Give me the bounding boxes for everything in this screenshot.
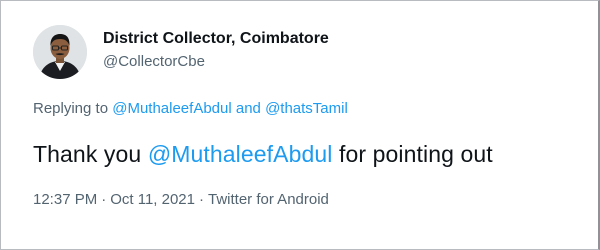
replying-prefix: Replying to [33,100,109,117]
avatar[interactable] [33,25,87,79]
meta-separator-1: · [101,191,107,208]
author-display-name[interactable]: District Collector, Coimbatore [103,29,329,49]
meta-separator-2: · [199,191,204,208]
reply-conjunction: and [235,100,261,117]
author-names: District Collector, Coimbatore @Collecto… [103,29,329,72]
tweet-text: Thank you @MuthaleefAbdul for pointing o… [33,141,493,168]
profile-photo-icon [33,25,87,79]
tweet-header: District Collector, Coimbatore @Collecto… [33,25,329,79]
tweet-source-link[interactable]: Twitter for Android [208,191,329,208]
tweet-time-link[interactable]: 12:37 PM [33,191,97,208]
replying-to-line: Replying to @MuthaleefAbdul and @thatsTa… [33,100,348,117]
reply-mention-1-link[interactable]: @MuthaleefAbdul [112,100,231,117]
tweet-date-link[interactable]: Oct 11, 2021 [110,191,195,208]
tweet-card: District Collector, Coimbatore @Collecto… [0,0,600,250]
tweet-text-before: Thank you [33,141,142,167]
tweet-mention-link[interactable]: @MuthaleefAbdul [148,141,333,167]
reply-mention-2-link[interactable]: @thatsTamil [265,100,348,117]
author-handle[interactable]: @CollectorCbe [103,52,329,72]
tweet-text-after: for pointing out [339,141,493,167]
tweet-meta: 12:37 PM · Oct 11, 2021 · Twitter for Androi… [33,191,329,208]
